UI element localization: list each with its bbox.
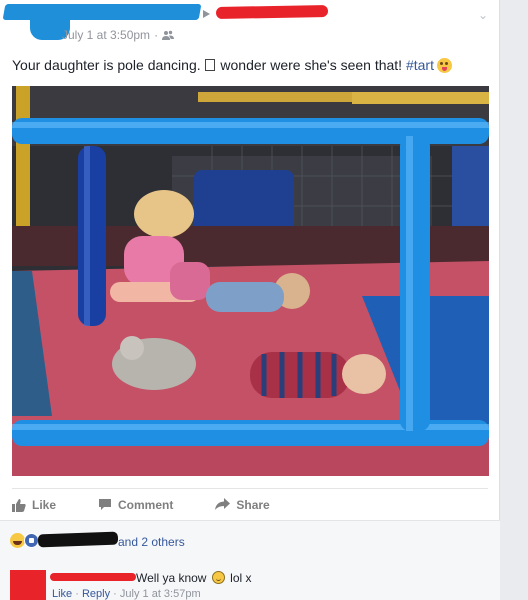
like-icon[interactable] xyxy=(24,533,39,548)
redacted-commenter-avatar[interactable] xyxy=(10,570,46,600)
reactors-others-link[interactable]: and 2 others xyxy=(118,535,185,549)
missing-glyph-box-icon xyxy=(204,59,215,71)
friends-icon[interactable] xyxy=(162,30,175,40)
post-photo[interactable] xyxy=(12,86,489,476)
comment-timestamp[interactable]: July 1 at 3:57pm xyxy=(120,588,201,600)
comment-item: Well ya know lol x Like · Reply · July 1… xyxy=(0,560,500,600)
share-label: Share xyxy=(236,497,270,512)
photo-play-area-scene xyxy=(12,86,489,476)
post-message: Your daughter is pole dancing. wonder we… xyxy=(12,56,452,74)
post-message-part-2: wonder were she's seen that! xyxy=(216,57,406,73)
comment-actions-separator: · xyxy=(75,588,79,600)
comment-label: Comment xyxy=(118,497,174,512)
post-meta: July 1 at 3:50pm · xyxy=(62,28,175,42)
post-card: July 1 at 3:50pm · ⌄ Your daughter is po… xyxy=(0,0,500,600)
comment-text-part-2: lol x xyxy=(226,571,252,585)
tongue-out-emoji-icon xyxy=(436,58,452,73)
comment-text-part-1: Well ya know xyxy=(136,571,210,585)
reactions-bar: and 2 others xyxy=(0,520,500,560)
post-message-part-1: Your daughter is pole dancing. xyxy=(12,57,205,73)
comment-reply-link[interactable]: Reply xyxy=(82,588,110,600)
haha-icon[interactable] xyxy=(10,533,25,548)
hashtag-link[interactable]: #tart xyxy=(406,57,434,73)
redacted-reactor-names[interactable] xyxy=(37,531,119,548)
share-button[interactable]: Share xyxy=(215,497,270,512)
post-timestamp[interactable]: July 1 at 3:50pm xyxy=(62,28,150,42)
comment-body: Well ya know lol x xyxy=(136,571,252,585)
redacted-recipient-name[interactable] xyxy=(215,5,329,19)
shared-to-arrow-icon xyxy=(203,10,210,18)
post-action-bar: Like Comment Share xyxy=(12,488,488,520)
comment-actions: Like · Reply · July 1 at 3:57pm xyxy=(52,588,201,600)
smile-emoji-icon xyxy=(211,571,225,584)
comment-like-link[interactable]: Like xyxy=(52,588,72,600)
share-arrow-icon xyxy=(215,498,231,510)
like-button[interactable]: Like xyxy=(12,498,56,512)
meta-separator: · xyxy=(154,28,159,42)
comment-button[interactable]: Comment xyxy=(98,498,173,512)
chevron-down-icon[interactable]: ⌄ xyxy=(478,8,488,22)
redacted-commenter-name[interactable] xyxy=(50,573,136,581)
thumbs-up-icon xyxy=(12,498,26,512)
speech-bubble-icon xyxy=(99,499,112,510)
post-header: July 1 at 3:50pm · ⌄ xyxy=(0,0,500,46)
like-label: Like xyxy=(32,497,57,512)
comment-actions-separator-2: · xyxy=(113,588,117,600)
